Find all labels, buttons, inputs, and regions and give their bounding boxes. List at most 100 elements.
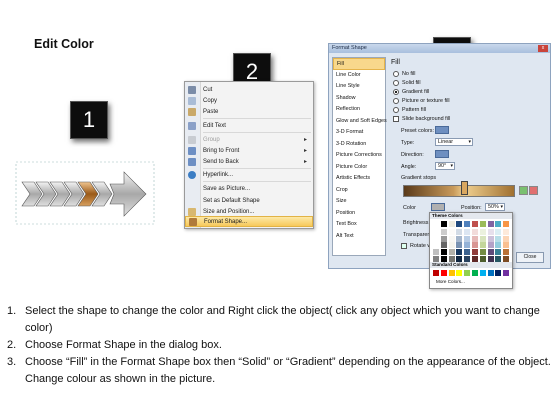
menu-item-bring-to-front[interactable]: Bring to Front ▸ [185, 145, 313, 156]
nav-item-shadow[interactable]: Shadow [333, 93, 385, 105]
selected-arrow-shape[interactable] [14, 160, 156, 228]
standard-color-swatch[interactable] [456, 270, 463, 276]
color-swatch[interactable] [448, 249, 455, 256]
color-swatch[interactable] [479, 249, 486, 256]
color-swatch[interactable] [472, 235, 478, 242]
nav-item-size[interactable]: Size [333, 196, 385, 208]
color-swatch[interactable] [464, 228, 471, 235]
color-swatch[interactable] [433, 235, 439, 242]
menu-item-save-as-picture[interactable]: Save as Picture... [185, 183, 313, 194]
color-swatch[interactable] [440, 228, 447, 235]
chevron-arrow-graphic[interactable] [14, 160, 156, 228]
standard-color-swatch[interactable] [487, 270, 494, 276]
color-swatch[interactable] [495, 249, 502, 256]
color-swatch[interactable] [440, 242, 447, 249]
color-swatch[interactable] [456, 221, 463, 227]
direction-button[interactable] [435, 150, 449, 158]
standard-color-swatch[interactable] [472, 270, 478, 276]
color-swatch[interactable] [448, 235, 455, 242]
color-swatch[interactable] [464, 242, 471, 249]
color-swatch[interactable] [495, 228, 502, 235]
menu-item-paste[interactable]: Paste [185, 106, 313, 117]
color-swatch[interactable] [456, 249, 463, 256]
color-swatch[interactable] [440, 221, 447, 227]
no-fill-option[interactable]: No fill [393, 71, 415, 77]
menu-item-edit-text[interactable]: Edit Text [185, 120, 313, 131]
nav-item-3d-format[interactable]: 3-D Format [333, 127, 385, 139]
remove-stop-icon[interactable] [529, 186, 538, 195]
color-swatch[interactable] [456, 235, 463, 242]
color-swatch[interactable] [487, 221, 494, 227]
nav-item-crop[interactable]: Crop [333, 185, 385, 197]
color-swatch[interactable] [479, 221, 486, 227]
standard-color-swatch[interactable] [440, 270, 447, 276]
color-swatch[interactable] [433, 242, 439, 249]
color-swatch[interactable] [487, 249, 494, 256]
menu-item-copy[interactable]: Copy [185, 95, 313, 106]
color-swatch[interactable] [503, 249, 510, 256]
color-swatch[interactable] [503, 228, 510, 235]
color-swatch[interactable] [487, 242, 494, 249]
menu-item-send-to-back[interactable]: Send to Back ▸ [185, 156, 313, 167]
color-swatch[interactable] [456, 242, 463, 249]
color-swatch[interactable] [448, 228, 455, 235]
color-swatch[interactable] [503, 235, 510, 242]
standard-color-swatch[interactable] [495, 270, 502, 276]
nav-item-alt-text[interactable]: Alt Text [333, 231, 385, 243]
pattern-fill-option[interactable]: Pattern fill [393, 107, 426, 113]
color-swatch[interactable] [456, 228, 463, 235]
standard-color-swatch[interactable] [503, 270, 510, 276]
color-swatch[interactable] [479, 228, 486, 235]
color-swatch[interactable] [479, 235, 486, 242]
gradient-stop-handle[interactable] [461, 181, 468, 195]
type-dropdown[interactable]: Linear [435, 138, 473, 146]
nav-item-picture-corrections[interactable]: Picture Corrections [333, 150, 385, 162]
solid-fill-option[interactable]: Solid fill [393, 80, 421, 86]
color-swatch[interactable] [464, 249, 471, 256]
color-swatch[interactable] [464, 221, 471, 227]
preset-colors-button[interactable] [435, 126, 449, 134]
angle-input[interactable]: 90° [435, 162, 455, 170]
nav-item-text-box[interactable]: Text Box [333, 219, 385, 231]
menu-item-set-default-shape[interactable]: Set as Default Shape [185, 195, 313, 206]
color-swatch[interactable] [503, 242, 510, 249]
color-swatch[interactable] [495, 235, 502, 242]
color-swatch[interactable] [464, 235, 471, 242]
nav-item-picture-color[interactable]: Picture Color [333, 162, 385, 174]
color-swatch[interactable] [472, 249, 478, 256]
gradient-stops-bar[interactable] [403, 185, 515, 197]
slide-background-option[interactable]: Slide background fill [393, 116, 450, 122]
standard-color-swatch[interactable] [448, 270, 455, 276]
menu-item-group[interactable]: Group ▸ [185, 134, 313, 145]
nav-item-glow[interactable]: Glow and Soft Edges [333, 116, 387, 128]
color-swatch[interactable] [440, 249, 447, 256]
color-swatch[interactable] [472, 221, 478, 227]
color-swatch[interactable] [448, 242, 455, 249]
more-colors-link[interactable]: More Colors... [436, 279, 465, 284]
add-stop-icon[interactable] [519, 186, 528, 195]
nav-item-fill[interactable]: Fill [333, 58, 385, 70]
rotate-with-shape-checkbox[interactable]: Rotate w [401, 243, 431, 249]
nav-item-3d-rotation[interactable]: 3-D Rotation [333, 139, 385, 151]
standard-color-swatch[interactable] [433, 270, 439, 276]
nav-item-position[interactable]: Position [333, 208, 385, 220]
color-swatch[interactable] [495, 221, 502, 227]
nav-item-artistic-effects[interactable]: Artistic Effects [333, 173, 385, 185]
position-input[interactable]: 50% [485, 203, 505, 211]
nav-item-line-style[interactable]: Line Style [333, 81, 385, 93]
color-swatch[interactable] [433, 228, 439, 235]
standard-color-swatch[interactable] [479, 270, 486, 276]
standard-color-swatch[interactable] [464, 270, 471, 276]
color-swatch[interactable] [433, 221, 439, 227]
dialog-close-icon[interactable]: x [538, 45, 548, 52]
color-swatch[interactable] [472, 242, 478, 249]
color-swatch[interactable] [433, 249, 439, 256]
color-swatch[interactable] [448, 221, 455, 227]
close-button[interactable]: Close [516, 252, 544, 263]
color-swatch[interactable] [503, 221, 510, 227]
color-swatch[interactable] [495, 242, 502, 249]
color-swatch[interactable] [487, 235, 494, 242]
menu-item-cut[interactable]: Cut [185, 84, 313, 95]
menu-item-hyperlink[interactable]: Hyperlink... [185, 169, 313, 180]
color-swatch[interactable] [479, 242, 486, 249]
